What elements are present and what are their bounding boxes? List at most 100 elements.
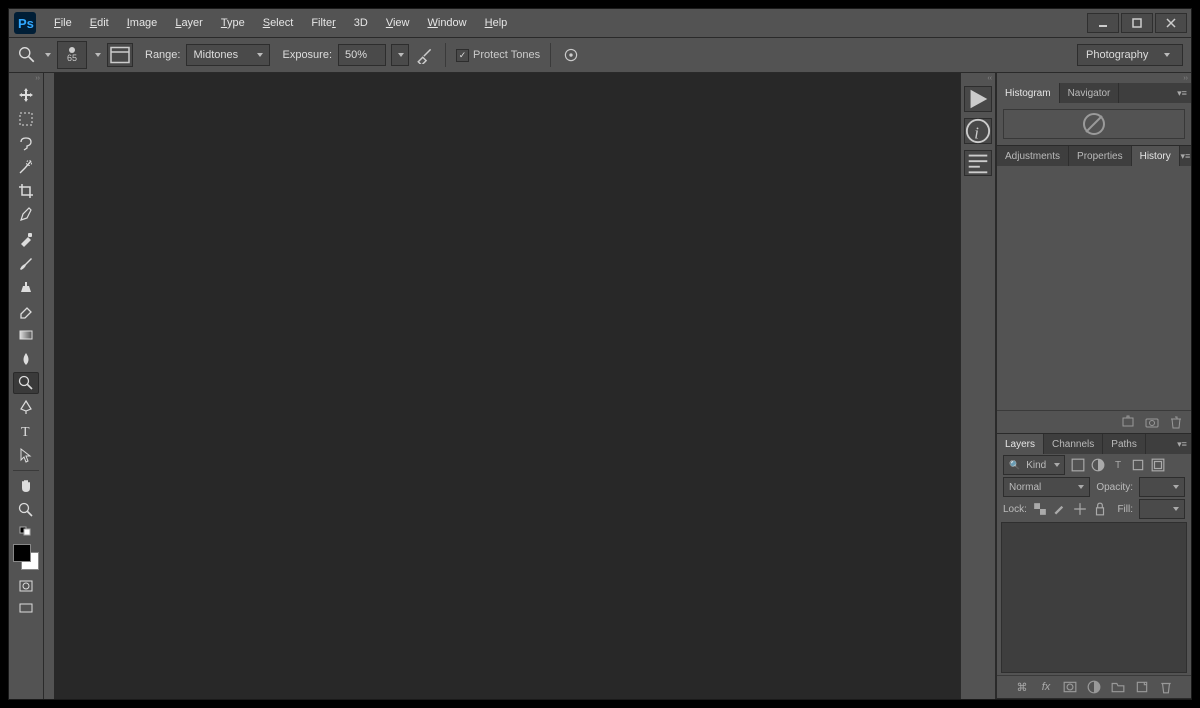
pressure-icon[interactable] <box>561 45 581 65</box>
move-tool[interactable] <box>13 84 39 106</box>
type-tool[interactable]: T <box>13 420 39 442</box>
new-adjustment-icon[interactable] <box>1087 680 1101 694</box>
brush-size-value: 65 <box>67 54 77 63</box>
crop-tool[interactable] <box>13 180 39 202</box>
tab-histogram[interactable]: Histogram <box>997 83 1060 103</box>
menu-select[interactable]: SelectSelect <box>254 9 303 37</box>
filter-shape-icon[interactable] <box>1131 458 1145 472</box>
healing-brush-tool[interactable] <box>13 228 39 250</box>
menu-file[interactable]: FFileile <box>45 9 81 37</box>
opacity-label: Opacity: <box>1096 482 1133 493</box>
tab-navigator[interactable]: Navigator <box>1060 83 1120 103</box>
options-bar: 65 Range: Midtones Exposure: 50% Protect… <box>9 38 1191 73</box>
eraser-tool[interactable] <box>13 300 39 322</box>
screenmode-toggle[interactable] <box>13 599 39 617</box>
protect-tones-toggle[interactable]: Protect Tones <box>456 49 540 62</box>
panel-menu-icon[interactable]: ▾≡ <box>1180 146 1191 166</box>
menu-help[interactable]: HelpHelp <box>476 9 517 37</box>
history-list[interactable] <box>997 166 1191 410</box>
collapsed-info-icon[interactable]: i <box>964 118 992 144</box>
tool-preset-dropdown[interactable] <box>45 53 51 57</box>
menu-3d[interactable]: 3D <box>345 9 377 37</box>
brush-dropdown[interactable] <box>95 53 101 57</box>
lock-transparency-icon[interactable] <box>1033 502 1047 516</box>
doc-tabs-strip <box>44 73 54 699</box>
dodge-tool[interactable] <box>13 372 39 394</box>
brush-tool[interactable] <box>13 252 39 274</box>
tab-channels[interactable]: Channels <box>1044 434 1103 454</box>
new-snapshot-icon[interactable] <box>1121 415 1135 429</box>
histogram-panel-group: Histogram Navigator ▾≡ <box>997 83 1191 146</box>
menu-edit[interactable]: EditEdit <box>81 9 118 37</box>
tab-history[interactable]: History <box>1132 146 1180 166</box>
default-colors-icon[interactable] <box>13 523 39 539</box>
tab-paths[interactable]: Paths <box>1103 434 1146 454</box>
filter-smart-icon[interactable] <box>1151 458 1165 472</box>
marquee-tool[interactable] <box>13 108 39 130</box>
delete-layer-icon[interactable] <box>1159 680 1173 694</box>
maximize-button[interactable] <box>1121 13 1153 33</box>
collapsed-paragraph-icon[interactable] <box>964 150 992 176</box>
collapsed-dock: ‹‹ i <box>960 73 996 699</box>
tab-layers[interactable]: Layers <box>997 434 1044 454</box>
link-layers-icon[interactable]: ⌘ <box>1015 680 1029 694</box>
quick-select-tool[interactable] <box>13 156 39 178</box>
color-swatches[interactable] <box>13 544 39 570</box>
quickmask-toggle[interactable] <box>13 575 39 597</box>
exposure-slider-toggle[interactable] <box>391 44 409 66</box>
layer-fx-icon[interactable]: fx <box>1039 680 1053 694</box>
eyedropper-tool[interactable] <box>13 204 39 226</box>
menu-image[interactable]: ImageImage <box>118 9 167 37</box>
close-button[interactable] <box>1155 13 1187 33</box>
layer-kind-filter[interactable]: 🔍Kind <box>1003 455 1065 475</box>
blur-tool[interactable] <box>13 348 39 370</box>
filter-adjust-icon[interactable] <box>1091 458 1105 472</box>
menu-filter[interactable]: FilterFilter <box>302 9 344 37</box>
menu-type[interactable]: TypeType <box>212 9 254 37</box>
path-select-tool[interactable] <box>13 444 39 466</box>
current-tool-icon[interactable] <box>17 45 37 65</box>
menu-view[interactable]: ViewView <box>377 9 419 37</box>
camera-icon[interactable] <box>1145 415 1159 429</box>
main-area: ›› T <box>9 73 1191 699</box>
dock-expand-handle[interactable]: ‹‹ <box>961 73 995 83</box>
lock-all-icon[interactable] <box>1093 502 1107 516</box>
range-dropdown[interactable]: Midtones <box>186 44 270 66</box>
clone-stamp-tool[interactable] <box>13 276 39 298</box>
tab-properties[interactable]: Properties <box>1069 146 1132 166</box>
trash-icon[interactable] <box>1169 415 1183 429</box>
gradient-tool[interactable] <box>13 324 39 346</box>
toolbar-collapse-handle[interactable]: ›› <box>9 73 43 83</box>
canvas[interactable] <box>54 73 960 699</box>
opacity-field[interactable] <box>1139 477 1185 497</box>
menu-window[interactable]: WindowWindow <box>418 9 475 37</box>
zoom-tool[interactable] <box>13 499 39 521</box>
lock-position-icon[interactable] <box>1073 502 1087 516</box>
lasso-tool[interactable] <box>13 132 39 154</box>
layer-mask-icon[interactable] <box>1063 680 1077 694</box>
collapsed-play-icon[interactable] <box>964 86 992 112</box>
brush-preview[interactable]: 65 <box>57 41 87 69</box>
panel-menu-icon[interactable]: ▾≡ <box>1173 434 1191 454</box>
lock-pixels-icon[interactable] <box>1053 502 1067 516</box>
new-group-icon[interactable] <box>1111 680 1125 694</box>
menu-layer[interactable]: LayerLayer <box>166 9 212 37</box>
blend-mode-dropdown[interactable]: Normal <box>1003 477 1090 497</box>
foreground-swatch[interactable] <box>13 544 31 562</box>
filter-type-icon[interactable]: T <box>1111 458 1125 472</box>
hand-tool[interactable] <box>13 475 39 497</box>
tab-adjustments[interactable]: Adjustments <box>997 146 1069 166</box>
filter-pixel-icon[interactable] <box>1071 458 1085 472</box>
airbrush-icon[interactable] <box>415 45 435 65</box>
ps-logo[interactable]: Ps <box>13 13 37 33</box>
pen-tool[interactable] <box>13 396 39 418</box>
brush-panel-toggle[interactable] <box>107 43 133 67</box>
exposure-field[interactable]: 50% <box>338 44 386 66</box>
panel-menu-icon[interactable]: ▾≡ <box>1173 83 1191 103</box>
fill-field[interactable] <box>1139 499 1185 519</box>
minimize-button[interactable] <box>1087 13 1119 33</box>
new-layer-icon[interactable] <box>1135 680 1149 694</box>
panels-collapse-handle[interactable]: ›› <box>997 73 1191 83</box>
workspace-switcher[interactable]: Photography <box>1077 44 1183 66</box>
layers-list[interactable] <box>1001 522 1187 673</box>
